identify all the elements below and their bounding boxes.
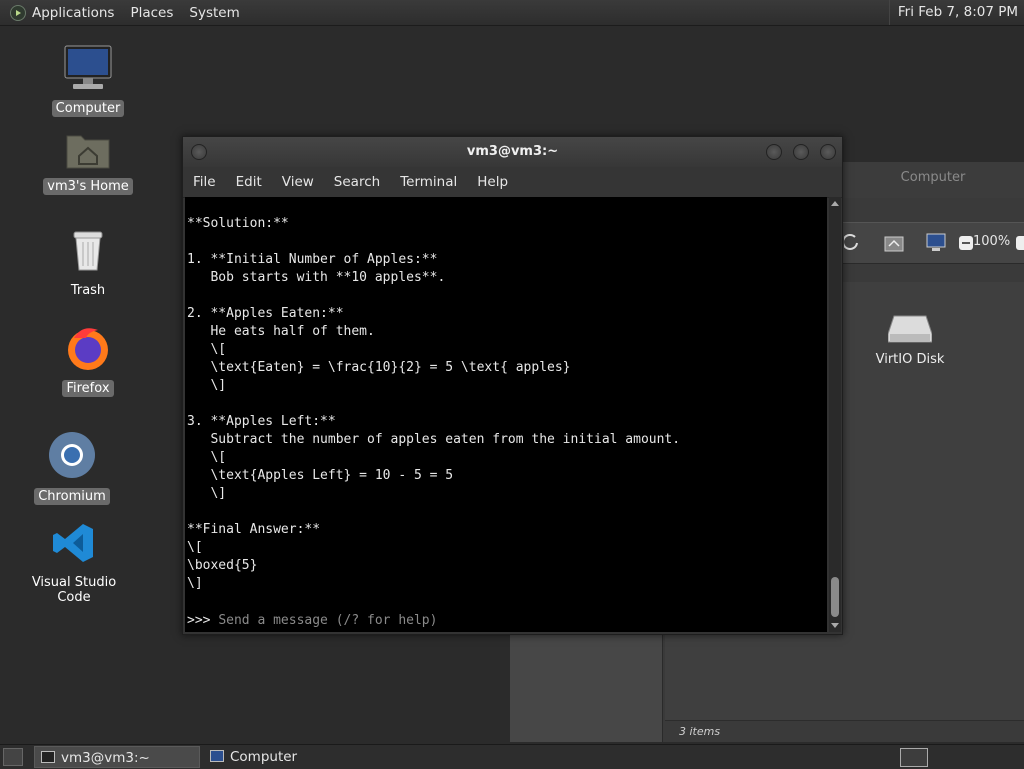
menu-places[interactable]: Places	[130, 5, 173, 21]
desktop-label: vm3's Home	[43, 178, 133, 195]
desktop-icon-firefox[interactable]: Firefox	[38, 324, 138, 397]
window-menu-button[interactable]	[191, 144, 207, 160]
terminal-titlebar[interactable]: vm3@vm3:~	[183, 137, 842, 167]
zoom-icon[interactable]	[958, 235, 974, 251]
prompt-input[interactable]: >>> Send a message (/? for help)	[187, 612, 437, 630]
close-button[interactable]	[820, 144, 836, 160]
terminal-line: 2. **Apples Eaten:**	[187, 306, 344, 321]
desktop-label: Firefox	[62, 380, 114, 397]
terminal-scrollbar[interactable]	[829, 197, 841, 632]
terminal-line: Bob starts with **10 apples**.	[187, 270, 446, 285]
terminal-line: Subtract the number of apples eaten from…	[187, 432, 681, 447]
trash-icon	[73, 231, 103, 271]
zoom-in-icon[interactable]	[1016, 235, 1024, 251]
terminal-icon	[41, 751, 55, 763]
terminal-line: \]	[187, 486, 227, 501]
terminal-line: **Solution:**	[187, 216, 289, 231]
terminal-line: \[	[187, 342, 227, 357]
desktop-label: Chromium	[34, 488, 110, 505]
bottom-panel: vm3@vm3:~ Computer	[0, 744, 1024, 769]
menu-view[interactable]: View	[282, 174, 314, 190]
computer-icon	[210, 750, 224, 762]
desktop-icon-home[interactable]: vm3's Home	[38, 128, 138, 195]
terminal-line: 1. **Initial Number of Apples:**	[187, 252, 438, 267]
prompt-symbol: >>>	[187, 613, 219, 628]
home-folder-icon	[66, 135, 110, 169]
minimize-button[interactable]	[766, 144, 782, 160]
menu-help[interactable]: Help	[477, 174, 508, 190]
terminal-line: \]	[187, 378, 227, 393]
menu-system[interactable]: System	[189, 5, 239, 21]
scroll-up-arrow-icon[interactable]	[831, 201, 839, 206]
main-menu-icon[interactable]	[10, 4, 26, 21]
terminal-window[interactable]: vm3@vm3:~ File Edit View Search Terminal…	[182, 136, 843, 635]
firefox-icon	[68, 328, 108, 370]
terminal-line: He eats half of them.	[187, 324, 375, 339]
chromium-icon	[49, 432, 95, 478]
maximize-button[interactable]	[793, 144, 809, 160]
top-panel: Applications Places System Fri Feb 7, 8:…	[0, 0, 1024, 26]
status-bar: 3 items	[665, 720, 1024, 742]
terminal-output[interactable]: **Solution:** 1. **Initial Number of App…	[185, 197, 827, 632]
prompt-placeholder: Send a message (/? for help)	[218, 613, 438, 628]
file-manager-title[interactable]: Computer	[842, 162, 1024, 198]
terminal-menubar: File Edit View Search Terminal Help	[183, 167, 842, 198]
terminal-line: \text{Eaten} = \frac{10}{2} = 5 \text{ a…	[187, 360, 571, 375]
desktop-icon-vscode[interactable]: Visual Studio Code	[10, 520, 138, 606]
terminal-line: \boxed{5}	[187, 558, 258, 573]
menu-search[interactable]: Search	[334, 174, 380, 190]
home-icon[interactable]	[884, 234, 904, 252]
terminal-line: \[	[187, 450, 227, 465]
scrollbar-thumb[interactable]	[831, 577, 839, 617]
file-item-label: VirtIO Disk	[875, 352, 945, 367]
taskbar-label: vm3@vm3:~	[61, 750, 150, 766]
clock[interactable]: Fri Feb 7, 8:07 PM	[888, 0, 1024, 25]
zoom-level: 100%	[973, 234, 1011, 249]
menu-edit[interactable]: Edit	[236, 174, 262, 190]
vscode-icon	[53, 524, 93, 562]
computer-icon[interactable]	[926, 233, 946, 253]
computer-icon	[64, 45, 112, 89]
show-desktop-button[interactable]	[3, 748, 23, 766]
terminal-line: 3. **Apples Left:**	[187, 414, 336, 429]
desktop-icon-computer[interactable]: Computer	[38, 44, 138, 117]
menu-applications[interactable]: Applications	[32, 5, 114, 21]
terminal-line: \]	[187, 576, 203, 591]
taskbar-item-computer[interactable]: Computer	[204, 746, 364, 768]
terminal-line: \[	[187, 540, 203, 555]
reload-icon[interactable]	[844, 233, 858, 251]
taskbar-label: Computer	[230, 749, 298, 765]
terminal-line: \text{Apples Left} = 10 - 5 = 5	[187, 468, 454, 483]
desktop-label: Trash	[70, 283, 106, 298]
desktop-icon-chromium[interactable]: Chromium	[22, 430, 122, 505]
workspace-switcher[interactable]	[900, 748, 928, 767]
desktop-label: Computer	[51, 100, 125, 117]
taskbar-item-terminal[interactable]: vm3@vm3:~	[34, 746, 200, 768]
menu-file[interactable]: File	[193, 174, 216, 190]
disk-icon	[887, 315, 933, 343]
window-title: vm3@vm3:~	[466, 144, 559, 159]
desktop-label: Visual Studio Code	[31, 575, 117, 605]
terminal-line: **Final Answer:**	[187, 522, 321, 537]
menu-terminal[interactable]: Terminal	[400, 174, 457, 190]
desktop-icon-trash[interactable]: Trash	[38, 228, 138, 299]
scroll-down-arrow-icon[interactable]	[831, 623, 839, 628]
file-item-virtio-disk[interactable]: VirtIO Disk	[865, 314, 955, 367]
